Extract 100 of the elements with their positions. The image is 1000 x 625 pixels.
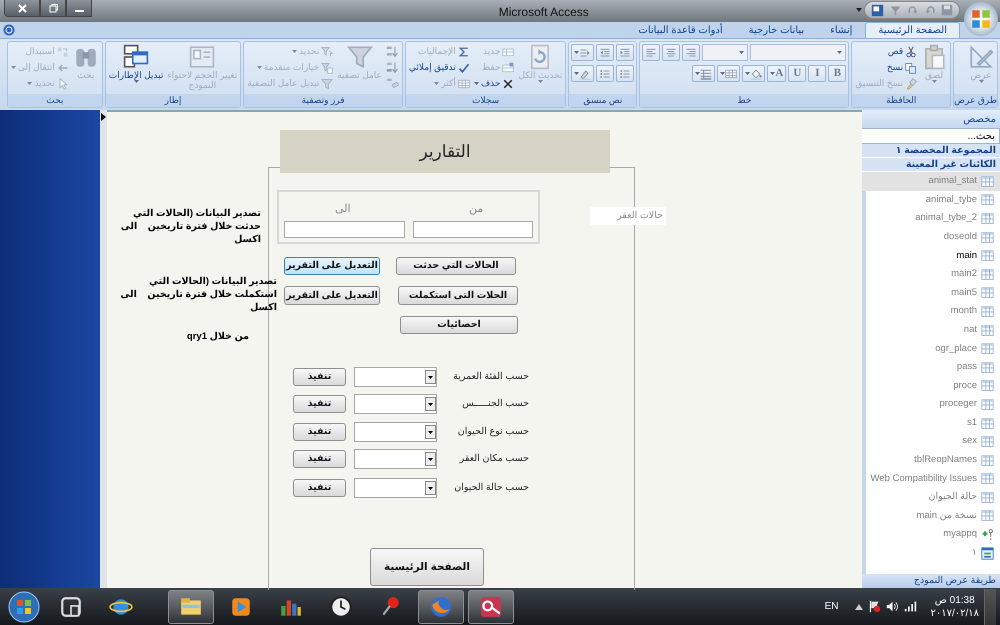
nav-item[interactable]: animal_tybe_2 bbox=[858, 209, 1000, 228]
format-button[interactable]: U bbox=[788, 65, 806, 82]
form-button[interactable]: الحالات التي حدثت bbox=[396, 257, 516, 275]
run-button[interactable]: تنفيذ bbox=[293, 479, 346, 497]
nav-item[interactable]: حالة الحيوان bbox=[858, 488, 1000, 507]
signal-icon[interactable] bbox=[904, 600, 918, 613]
form-button[interactable]: احصائيات bbox=[400, 316, 518, 334]
format-button[interactable]: B bbox=[828, 65, 846, 82]
toolbar-button[interactable] bbox=[642, 44, 660, 61]
nav-item[interactable]: main5 bbox=[858, 284, 1000, 302]
taskbar-button[interactable] bbox=[468, 590, 514, 624]
run-button[interactable]: تنفيذ bbox=[293, 423, 346, 441]
app-icon[interactable] bbox=[871, 4, 884, 16]
toolbar-button[interactable] bbox=[662, 44, 680, 61]
ribbon-tab[interactable]: أدوات قاعدة البيانات bbox=[625, 22, 736, 38]
ribbon-button[interactable]: تدقيق إملائي bbox=[408, 60, 471, 75]
ribbon-tab[interactable]: الصفحة الرئيسية bbox=[865, 22, 960, 38]
sigma-icon bbox=[458, 46, 470, 58]
flag-icon[interactable] bbox=[868, 600, 882, 613]
run-button[interactable]: تنفيذ bbox=[293, 450, 346, 468]
show-desktop-button[interactable] bbox=[984, 588, 996, 624]
delete-icon bbox=[502, 78, 514, 90]
form-button[interactable]: التعديل على التقرير bbox=[284, 257, 380, 275]
align-center-icon bbox=[665, 46, 678, 58]
redo-icon[interactable] bbox=[907, 4, 919, 16]
toolbar-button[interactable] bbox=[596, 65, 614, 82]
nav-item[interactable]: ١ bbox=[858, 544, 1000, 562]
form-button[interactable]: التعديل على التقرير bbox=[284, 286, 380, 305]
device-icon bbox=[59, 594, 83, 618]
toolbar-button[interactable] bbox=[616, 44, 634, 61]
nav-item[interactable]: sex bbox=[858, 432, 1000, 451]
filter-cursor-icon bbox=[321, 46, 334, 58]
office-button[interactable] bbox=[964, 2, 998, 36]
customize-icon[interactable] bbox=[889, 4, 902, 16]
restore-button[interactable] bbox=[40, 0, 66, 17]
nav-item[interactable]: month bbox=[858, 302, 1000, 321]
nav-item[interactable]: animal_tybe bbox=[858, 190, 1000, 210]
minimize-button[interactable] bbox=[66, 0, 92, 17]
help-icon[interactable] bbox=[3, 24, 15, 36]
undo-icon[interactable] bbox=[924, 4, 936, 16]
funnel-icon bbox=[321, 78, 334, 90]
save-icon[interactable] bbox=[941, 4, 953, 16]
taskbar-button[interactable] bbox=[168, 590, 214, 624]
dropdown-icon[interactable] bbox=[425, 452, 436, 466]
table-icon bbox=[981, 472, 994, 486]
toolbar-button[interactable] bbox=[616, 65, 634, 82]
caret-icon bbox=[837, 51, 842, 54]
table-icon bbox=[981, 490, 994, 504]
toolbar-button[interactable] bbox=[596, 44, 614, 61]
dropdown-icon[interactable] bbox=[425, 370, 436, 384]
dropdown-icon[interactable] bbox=[425, 397, 436, 411]
clock-time[interactable]: 01:38 ص bbox=[934, 594, 975, 606]
form-icon bbox=[981, 546, 994, 560]
format-button[interactable]: I bbox=[808, 65, 826, 82]
toolbar-button[interactable] bbox=[692, 65, 716, 82]
toolbar-button[interactable] bbox=[742, 65, 766, 82]
home-button[interactable]: الصفحة الرئيسية bbox=[370, 548, 484, 586]
date-field[interactable] bbox=[284, 221, 405, 238]
format-button[interactable]: A bbox=[767, 65, 786, 82]
nav-item[interactable]: nat bbox=[858, 320, 1000, 340]
ribbon-button[interactable]: نسخ bbox=[854, 60, 918, 75]
grid-icon bbox=[458, 78, 470, 90]
nav-item[interactable]: نسخة من main bbox=[858, 506, 1000, 526]
nav-item[interactable]: proce bbox=[858, 376, 1000, 396]
volume-icon[interactable] bbox=[886, 600, 900, 613]
table-icon bbox=[981, 249, 994, 262]
nav-item[interactable]: proceger bbox=[858, 395, 1000, 414]
ribbon-tab[interactable]: بيانات خارجية bbox=[736, 22, 818, 38]
nav-item[interactable]: main2 bbox=[858, 264, 1000, 284]
nav-item[interactable]: Web Compatibility Issues bbox=[858, 470, 1000, 488]
caret-icon[interactable] bbox=[856, 8, 862, 12]
up-arrow-icon[interactable] bbox=[855, 604, 864, 610]
nav-item[interactable]: ogr_place bbox=[858, 339, 1000, 358]
dropdown-icon[interactable] bbox=[425, 481, 436, 495]
run-button[interactable]: تنفيذ bbox=[293, 395, 346, 413]
ribbon-button[interactable]: قص bbox=[854, 44, 918, 59]
language-indicator[interactable]: EN bbox=[824, 599, 838, 614]
toolbar-button[interactable] bbox=[571, 44, 594, 61]
toolbar-button[interactable] bbox=[682, 44, 700, 61]
table-icon bbox=[981, 324, 994, 337]
nav-item[interactable]: pass bbox=[858, 358, 1000, 377]
close-button[interactable] bbox=[4, 0, 40, 17]
ribbon-tab[interactable]: إنشاء bbox=[817, 22, 866, 38]
nav-item[interactable]: myappq bbox=[858, 525, 1000, 544]
form-button[interactable]: الحلات التى استكملت bbox=[398, 286, 518, 305]
nav-item[interactable]: doseold bbox=[858, 228, 1000, 246]
nav-item[interactable]: main bbox=[858, 246, 1000, 265]
sort-icon bbox=[386, 61, 399, 74]
clock-date[interactable]: ٢٠١٧/٠٢/١٨ bbox=[930, 606, 979, 620]
nav-item[interactable]: tblReopNames bbox=[858, 450, 1000, 470]
toolbar-button[interactable] bbox=[571, 65, 594, 82]
gridlines-icon bbox=[700, 68, 712, 80]
dropdown-icon[interactable] bbox=[425, 425, 436, 439]
ribbon-button[interactable]: حذف bbox=[472, 76, 516, 91]
date-field[interactable] bbox=[413, 221, 533, 238]
run-button[interactable]: تنفيذ bbox=[293, 368, 346, 386]
ribbon-button[interactable]: تبديل الإطارات bbox=[108, 44, 164, 83]
nav-item[interactable]: s1 bbox=[858, 414, 1000, 432]
close-icon bbox=[18, 4, 26, 12]
toolbar-button[interactable] bbox=[717, 65, 740, 82]
